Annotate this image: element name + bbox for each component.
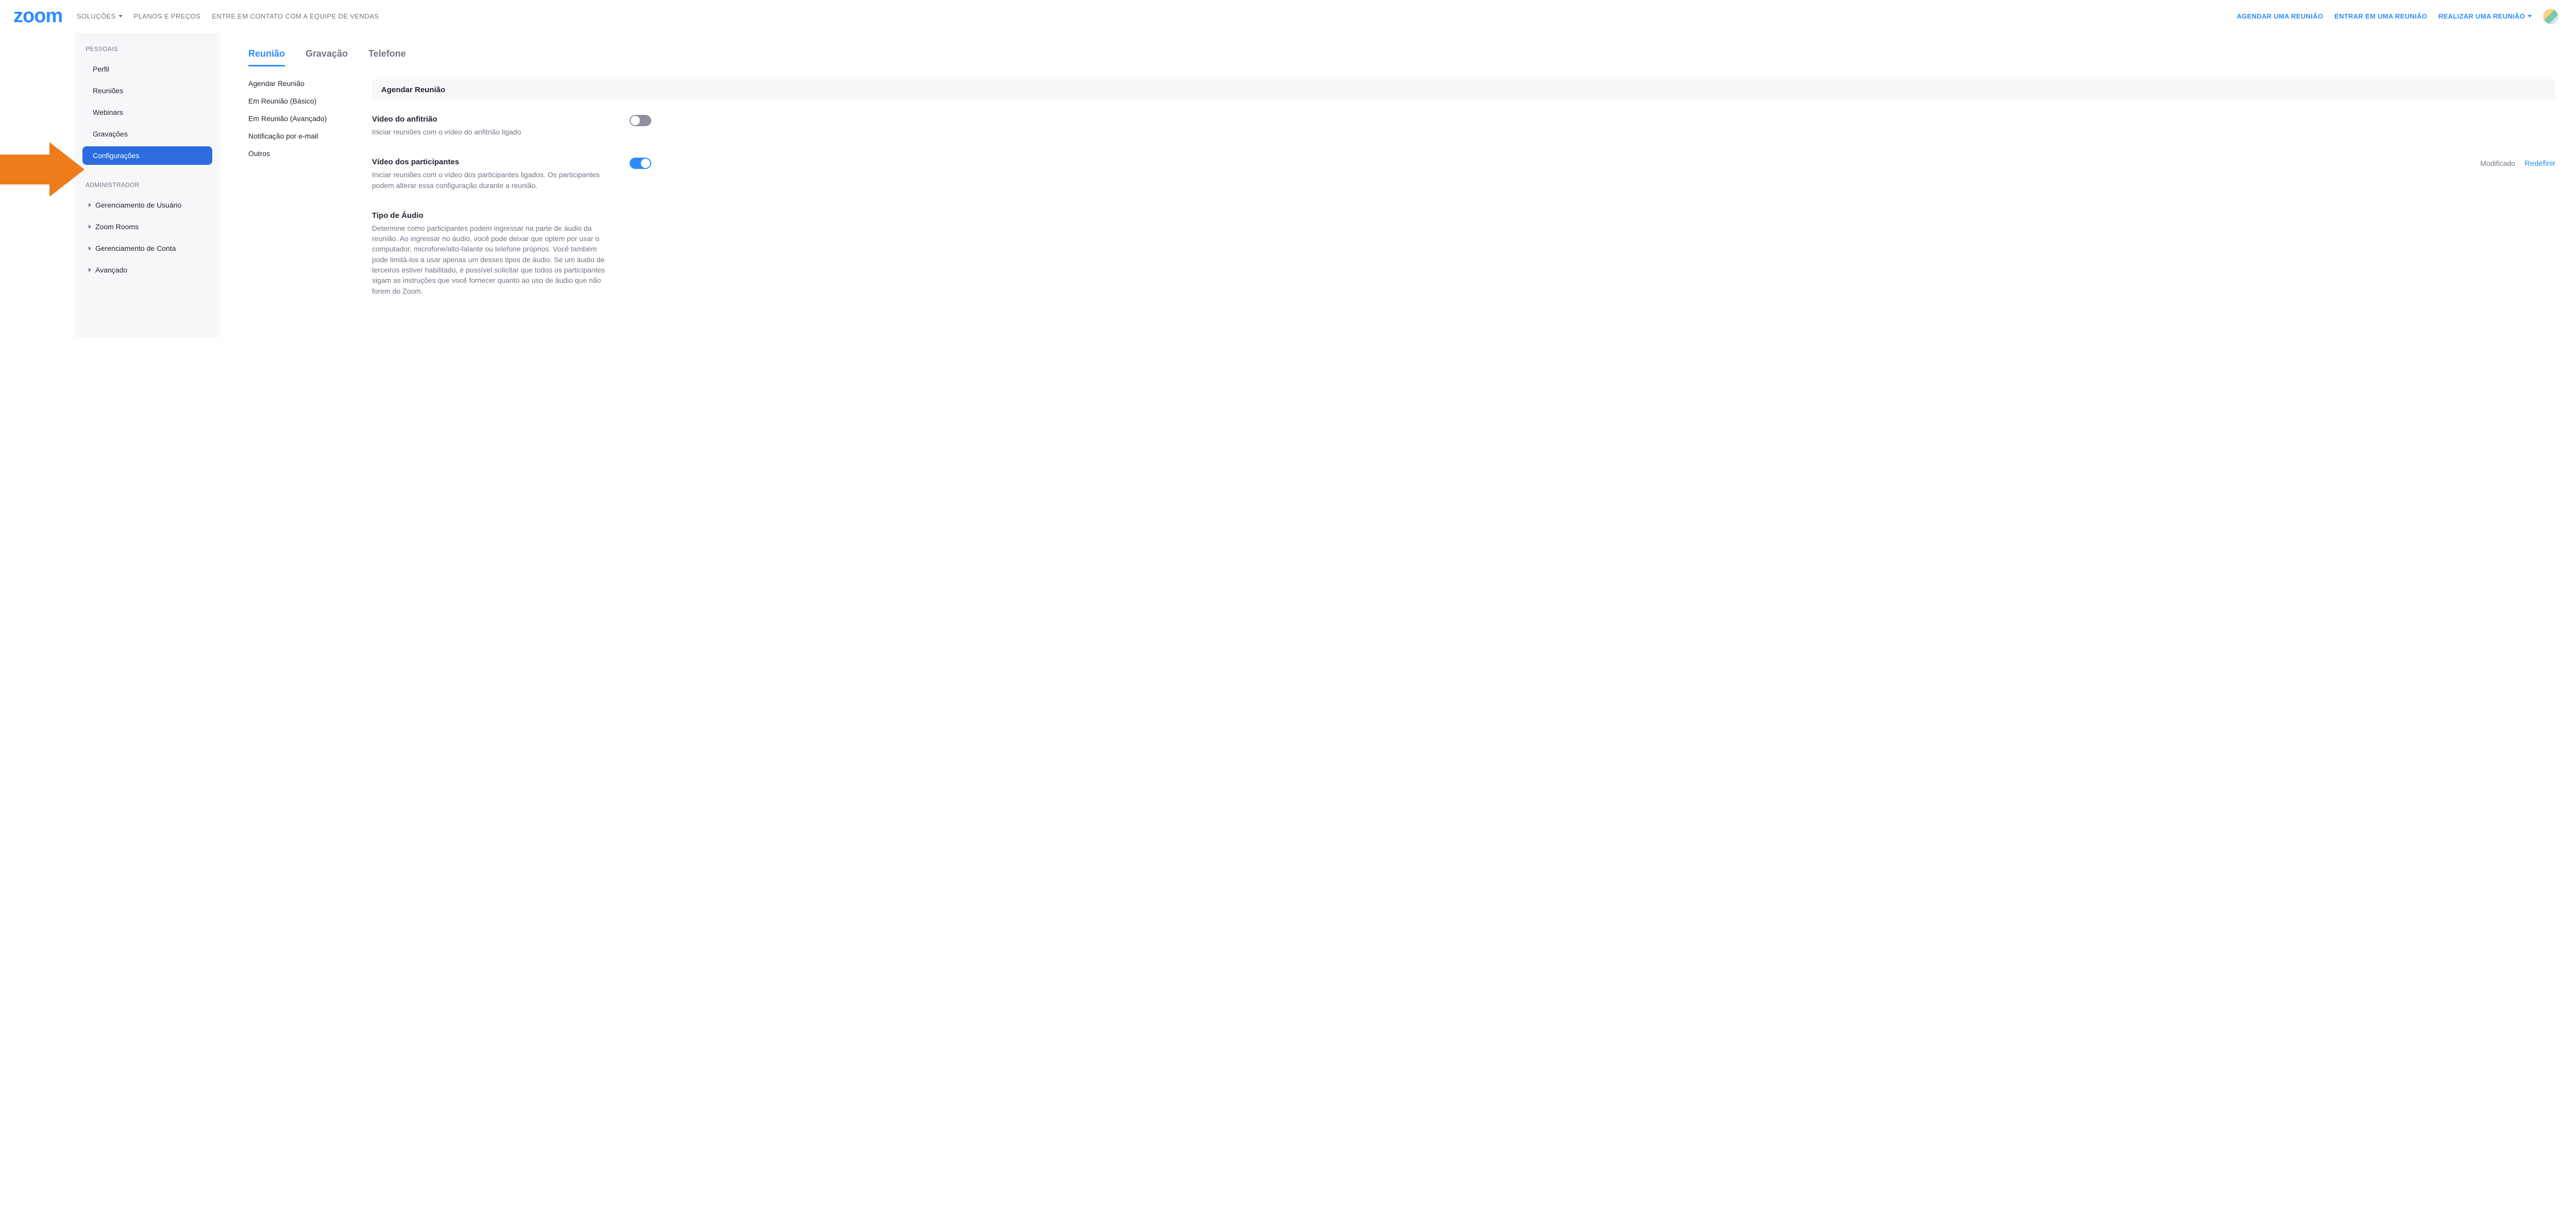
sidebar-item-label: Avançado	[95, 266, 127, 274]
topnav: zoom SOLUÇÕES PLANOS E PREÇOS ENTRE EM C…	[0, 0, 2576, 33]
tab-meeting[interactable]: Reunião	[248, 45, 285, 66]
setting-title: Vídeo dos participantes	[372, 158, 614, 166]
sidebar-item-label: Configurações	[93, 151, 139, 160]
main: Reunião Gravação Telefone Agendar Reuniã…	[219, 33, 2576, 337]
toggle-host-video[interactable]	[630, 115, 651, 126]
tabs: Reunião Gravação Telefone	[248, 45, 2555, 67]
nav-solutions[interactable]: SOLUÇÕES	[77, 12, 122, 20]
setting-title: Vídeo do anfitrião	[372, 115, 614, 124]
nav-schedule-meeting[interactable]: AGENDAR UMA REUNIÃO	[2236, 12, 2323, 20]
chevron-right-icon	[89, 246, 91, 250]
settings-subnav: Agendar Reunião Em Reunião (Básico) Em R…	[248, 79, 351, 317]
sidebar-item-account-management[interactable]: Gerenciamento de Conta	[82, 239, 212, 258]
nav-label: ENTRE EM CONTATO COM A EQUIPE DE VENDAS	[212, 12, 379, 20]
sidebar-item-label: Perfil	[93, 65, 109, 73]
modified-label: Modificado	[2480, 159, 2515, 167]
section-heading-schedule-meeting: Agendar Reunião	[372, 79, 2555, 100]
topnav-right: AGENDAR UMA REUNIÃO ENTRAR EM UMA REUNIÃ…	[2236, 9, 2558, 24]
sidebar-item-settings[interactable]: Configurações	[82, 146, 212, 165]
tab-label: Telefone	[368, 48, 406, 59]
sidebar-item-label: Gerenciamento de Usuário	[95, 201, 181, 209]
subnav-in-meeting-basic[interactable]: Em Reunião (Básico)	[248, 97, 351, 105]
logo[interactable]: zoom	[13, 5, 62, 27]
setting-participant-video: Vídeo dos participantes Iniciar reuniões…	[372, 158, 2555, 211]
sidebar-item-recordings[interactable]: Gravações	[82, 125, 212, 143]
chevron-right-icon	[89, 225, 91, 229]
sidebar-item-meetings[interactable]: Reuniões	[82, 81, 212, 100]
sidebar-item-label: Zoom Rooms	[95, 223, 139, 231]
sidebar-item-zoom-rooms[interactable]: Zoom Rooms	[82, 217, 212, 236]
pointer-arrow-annotation	[0, 142, 84, 197]
toggle-participant-video[interactable]	[630, 158, 651, 169]
tab-telephone[interactable]: Telefone	[368, 45, 406, 66]
chevron-right-icon	[89, 203, 91, 207]
nav-contact-sales[interactable]: ENTRE EM CONTATO COM A EQUIPE DE VENDAS	[212, 12, 379, 20]
sidebar-item-label: Gerenciamento de Conta	[95, 244, 176, 252]
setting-description: Determine como participantes podem ingre…	[372, 223, 614, 296]
sidebar-section-admin: ADMINISTRADOR	[82, 181, 212, 196]
tab-label: Gravação	[306, 48, 348, 59]
sidebar: PESSOAIS Perfil Reuniões Webinars Gravaç…	[75, 33, 219, 337]
reset-link[interactable]: Redefinir	[2524, 159, 2555, 168]
sidebar-item-label: Gravações	[93, 130, 128, 138]
caret-down-icon	[2528, 15, 2532, 18]
nav-label: AGENDAR UMA REUNIÃO	[2236, 12, 2323, 20]
settings-content: Agendar Reunião Vídeo do anfitrião Inici…	[372, 79, 2555, 317]
nav-label: PLANOS E PREÇOS	[134, 12, 201, 20]
sidebar-item-label: Webinars	[93, 108, 123, 116]
avatar[interactable]	[2543, 9, 2558, 24]
sidebar-item-webinars[interactable]: Webinars	[82, 103, 212, 122]
sidebar-item-user-management[interactable]: Gerenciamento de Usuário	[82, 196, 212, 214]
sidebar-item-profile[interactable]: Perfil	[82, 60, 212, 78]
subnav-in-meeting-advanced[interactable]: Em Reunião (Avançado)	[248, 114, 351, 123]
sidebar-item-advanced[interactable]: Avançado	[82, 261, 212, 279]
tab-recording[interactable]: Gravação	[306, 45, 348, 66]
subnav-email-notification[interactable]: Notificação por e-mail	[248, 132, 351, 140]
setting-description: Iniciar reuniões com o vídeo dos partici…	[372, 169, 614, 191]
subnav-schedule-meeting[interactable]: Agendar Reunião	[248, 79, 351, 88]
setting-description: Iniciar reuniões com o vídeo do anfitriã…	[372, 127, 614, 137]
setting-host-video: Vídeo do anfitrião Iniciar reuniões com …	[372, 115, 2555, 158]
topnav-left: SOLUÇÕES PLANOS E PREÇOS ENTRE EM CONTAT…	[77, 12, 2236, 20]
sidebar-item-label: Reuniões	[93, 87, 123, 95]
chevron-right-icon	[89, 268, 91, 272]
nav-label: SOLUÇÕES	[77, 12, 115, 20]
nav-label: REALIZAR UMA REUNIÃO	[2438, 12, 2525, 20]
nav-host-meeting[interactable]: REALIZAR UMA REUNIÃO	[2438, 12, 2532, 20]
setting-title: Tipo de Áudio	[372, 211, 614, 220]
content-layout: PESSOAIS Perfil Reuniões Webinars Gravaç…	[0, 33, 2576, 337]
caret-down-icon	[118, 15, 123, 18]
tab-label: Reunião	[248, 48, 285, 59]
nav-join-meeting[interactable]: ENTRAR EM UMA REUNIÃO	[2334, 12, 2427, 20]
sidebar-section-personal: PESSOAIS	[82, 45, 212, 60]
nav-plans[interactable]: PLANOS E PREÇOS	[134, 12, 201, 20]
setting-audio-type: Tipo de Áudio Determine como participant…	[372, 211, 2555, 317]
nav-label: ENTRAR EM UMA REUNIÃO	[2334, 12, 2427, 20]
subnav-other[interactable]: Outros	[248, 149, 351, 158]
